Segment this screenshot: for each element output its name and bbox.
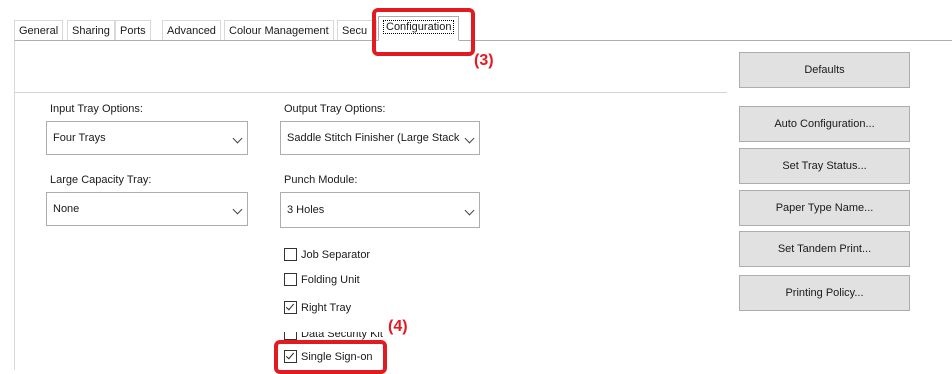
folding-unit-checkbox[interactable]: Folding Unit	[284, 272, 360, 288]
right-tray-checkbox[interactable]: Right Tray	[284, 300, 351, 316]
paper-type-name-button[interactable]: Paper Type Name...	[739, 190, 910, 226]
checkbox-box	[284, 272, 297, 286]
tab-configuration[interactable]: Configuration	[378, 16, 460, 41]
folding-unit-label: Folding Unit	[301, 274, 360, 286]
single-sign-on-checkbox[interactable]: Single Sign-on	[284, 349, 373, 365]
checkbox-box	[284, 247, 297, 261]
chevron-down-icon	[232, 204, 243, 215]
tab-strip: General Sharing Ports Advanced Colour Ma…	[14, 16, 484, 41]
checkmark-icon	[284, 349, 297, 363]
checkmark-icon	[284, 300, 297, 314]
defaults-button[interactable]: Defaults	[739, 52, 910, 88]
callout-step-3: (3)	[474, 52, 494, 69]
tab-sharing[interactable]: Sharing	[67, 20, 115, 40]
tab-label: Sharing	[72, 25, 110, 37]
chevron-down-icon	[464, 133, 475, 144]
job-separator-label: Job Separator	[301, 249, 371, 261]
tab-label: Secu	[342, 25, 368, 37]
input-tray-value: Four Trays	[53, 132, 106, 144]
tab-label: Advanced	[167, 25, 216, 37]
input-tray-select[interactable]: Four Trays	[46, 121, 248, 155]
tab-ports[interactable]: Ports	[115, 20, 151, 40]
set-tandem-print-button[interactable]: Set Tandem Print...	[739, 231, 910, 267]
data-security-kit-label: Data Security Kit	[301, 332, 383, 340]
right-tray-label: Right Tray	[301, 302, 352, 314]
chevron-down-icon	[232, 133, 243, 144]
job-separator-checkbox[interactable]: Job Separator	[284, 247, 370, 263]
tab-label: General	[19, 25, 59, 37]
punch-module-value: 3 Holes	[287, 204, 325, 216]
callout-step-4: (4)	[388, 318, 408, 335]
output-tray-value: Saddle Stitch Finisher (Large Stack	[287, 132, 460, 144]
tab-security[interactable]: Secu	[337, 20, 377, 40]
chevron-down-icon	[464, 205, 475, 216]
single-sign-on-label: Single Sign-on	[301, 351, 373, 363]
large-capacity-label: Large Capacity Tray:	[50, 174, 152, 186]
auto-configuration-button[interactable]: Auto Configuration...	[739, 106, 910, 142]
tab-general[interactable]: General	[14, 20, 64, 40]
tab-label: Ports	[120, 25, 146, 37]
checkbox-box	[284, 332, 297, 340]
printing-policy-button[interactable]: Printing Policy...	[739, 275, 910, 311]
punch-module-label: Punch Module:	[284, 174, 358, 186]
input-tray-label: Input Tray Options:	[50, 103, 143, 115]
separator-line	[15, 92, 727, 93]
large-capacity-value: None	[53, 203, 80, 215]
output-tray-select[interactable]: Saddle Stitch Finisher (Large Stack	[280, 121, 480, 155]
tab-colour-management[interactable]: Colour Management	[224, 20, 334, 40]
tab-label: Configuration	[383, 20, 455, 34]
set-tray-status-button[interactable]: Set Tray Status...	[739, 148, 910, 184]
tab-advanced[interactable]: Advanced	[162, 20, 221, 40]
output-tray-label: Output Tray Options:	[284, 103, 386, 115]
punch-module-select[interactable]: 3 Holes	[280, 192, 480, 228]
large-capacity-select[interactable]: None	[46, 192, 248, 226]
tab-label: Colour Management	[229, 25, 329, 37]
